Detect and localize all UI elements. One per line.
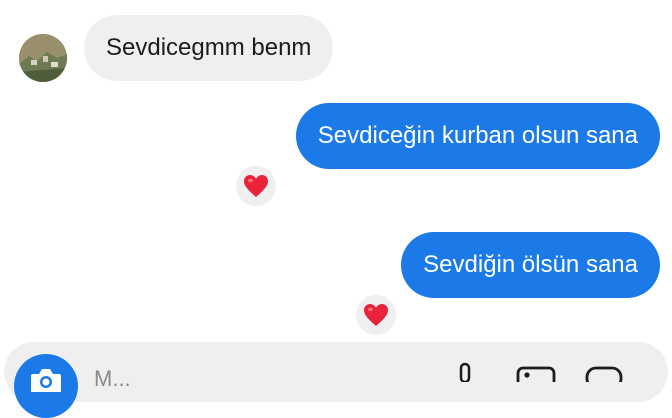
camera-button[interactable] xyxy=(14,354,78,418)
message-reaction[interactable] xyxy=(353,292,399,338)
heart-icon xyxy=(244,175,268,197)
incoming-message-bubble[interactable]: Sevdicegmm benm xyxy=(84,15,334,81)
gallery-button[interactable] xyxy=(514,360,558,390)
outgoing-message-bubble[interactable]: Sevdiğin ölsün sana xyxy=(401,232,660,298)
camera-icon xyxy=(31,369,61,392)
microphone-icon xyxy=(459,362,471,384)
heart-icon xyxy=(364,304,388,326)
sticker-button[interactable] xyxy=(584,360,628,390)
microphone-button[interactable] xyxy=(452,360,478,387)
contact-avatar[interactable] xyxy=(19,34,67,82)
message-reaction[interactable] xyxy=(233,163,279,209)
outgoing-message-bubble[interactable]: Sevdiceğin kurban olsun sana xyxy=(295,103,660,169)
gallery-icon xyxy=(516,366,556,390)
message-input[interactable]: M... xyxy=(94,366,131,392)
sticker-icon xyxy=(585,366,623,390)
